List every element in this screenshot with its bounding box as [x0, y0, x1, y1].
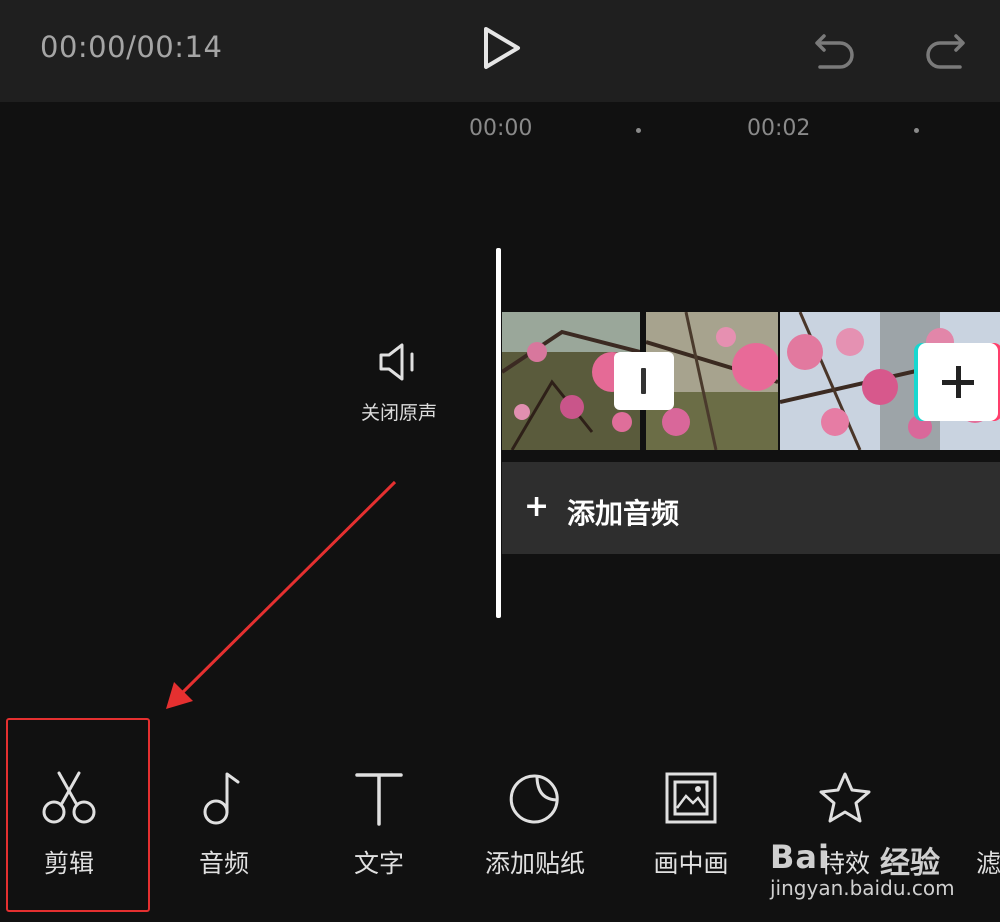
toolbar-label: 添加贴纸	[484, 849, 585, 878]
plus-icon: +	[524, 489, 550, 524]
scissors-icon	[42, 771, 96, 824]
mute-original-audio-button[interactable]: 关闭原声	[352, 340, 446, 440]
picture-in-picture-icon	[665, 772, 717, 824]
toolbar-item-sticker[interactable]: 添加贴纸	[460, 740, 610, 900]
ruler-label-2: 00:02	[747, 116, 811, 141]
star-effect-icon	[819, 772, 871, 823]
watermark: Bai 经验 jingyan.baidu.com	[770, 838, 1000, 900]
play-icon[interactable]	[478, 24, 524, 72]
transition-icon	[641, 368, 646, 394]
toolbar-label: 画中画	[653, 849, 729, 878]
filter-icon	[970, 770, 1000, 826]
transition-button[interactable]	[614, 352, 674, 410]
toolbar-label: 音频	[198, 849, 249, 878]
toolbar-item-text[interactable]: 文字	[304, 740, 454, 900]
watermark-brand: Bai	[770, 838, 830, 876]
sticker-icon	[509, 774, 559, 824]
toolbar-label: 剪辑	[43, 849, 94, 878]
toolbar-item-edit[interactable]: 剪辑	[0, 740, 144, 900]
text-icon	[355, 773, 403, 826]
ruler-dot	[636, 128, 641, 133]
toolbar-item-picture-in-picture[interactable]: 画中画	[616, 740, 766, 900]
music-note-icon	[203, 772, 240, 825]
add-clip-button[interactable]	[918, 343, 998, 421]
ruler-label-0: 00:00	[469, 116, 533, 141]
redo-icon[interactable]	[922, 26, 968, 70]
playhead[interactable]	[496, 248, 501, 618]
toolbar-item-audio[interactable]: 音频	[149, 740, 299, 900]
add-audio-label: 添加音频	[567, 497, 680, 530]
timecode: 00:00/00:14	[40, 30, 223, 64]
ruler-dot	[914, 128, 919, 133]
mute-original-audio-label: 关闭原声	[360, 402, 437, 424]
add-audio-button[interactable]: + 添加音频	[502, 462, 1000, 554]
undo-icon[interactable]	[812, 26, 858, 70]
top-bar: 00:00/00:14	[0, 0, 1000, 102]
toolbar-label: 文字	[353, 849, 404, 878]
watermark-url: jingyan.baidu.com	[770, 876, 955, 900]
speaker-icon	[379, 343, 414, 381]
